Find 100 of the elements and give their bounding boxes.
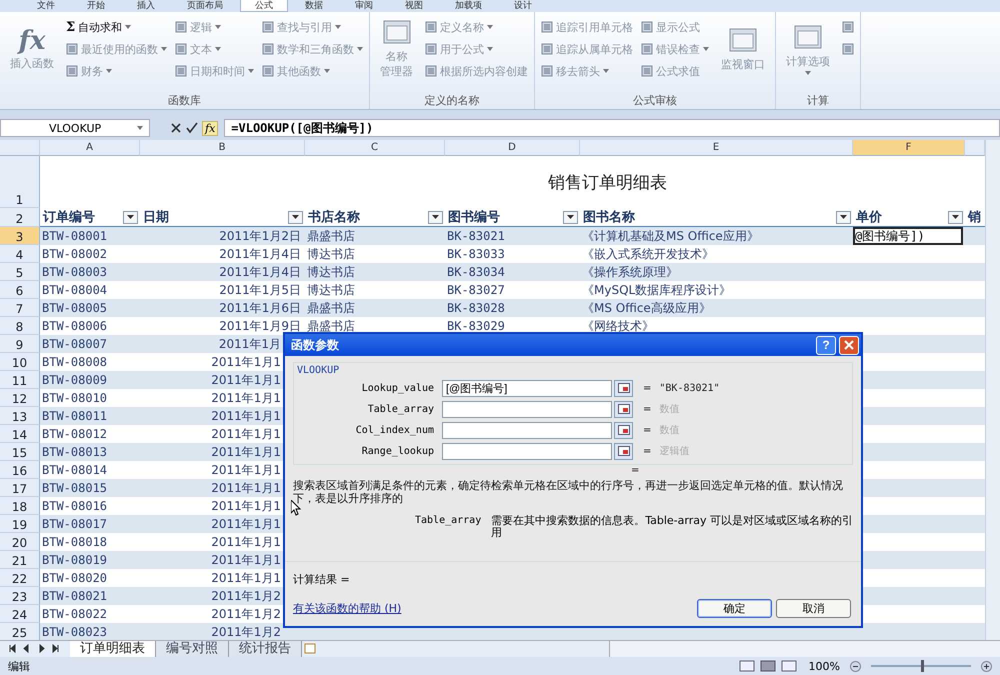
filter-button[interactable] (563, 210, 578, 224)
help-link[interactable]: 有关该函数的帮助 (H) (293, 601, 402, 616)
row-header[interactable]: 9 (0, 335, 40, 353)
ribbon-tab[interactable]: 数据 (290, 0, 338, 12)
ribbon-tab[interactable]: 审阅 (340, 0, 388, 12)
row-header[interactable]: 3 (0, 227, 40, 245)
ribbon-tab[interactable]: 开始 (72, 0, 120, 12)
sheet-tab[interactable]: 统计报告 (229, 641, 302, 657)
range-icon (618, 425, 630, 435)
range-select-button[interactable] (614, 380, 633, 396)
column-header[interactable]: B (140, 140, 305, 156)
row-header[interactable]: 16 (0, 461, 40, 479)
column-header[interactable]: E (580, 140, 853, 156)
row-header[interactable]: 24 (0, 605, 40, 623)
caret-icon (487, 47, 493, 51)
row-header[interactable]: 14 (0, 425, 40, 443)
row-header[interactable]: 19 (0, 515, 40, 533)
help-button[interactable]: ? (816, 336, 836, 354)
row-header[interactable]: 2 (0, 208, 40, 227)
row-header[interactable]: 15 (0, 443, 40, 461)
dialog-button[interactable]: 确定 (697, 599, 772, 618)
row-header[interactable]: 10 (0, 353, 40, 371)
row-header[interactable]: 1 (0, 156, 40, 208)
ribbon-tab[interactable]: 加载项 (440, 0, 497, 12)
sheet-icon (641, 43, 653, 55)
view-icon[interactable] (738, 660, 799, 672)
check-icon[interactable] (186, 122, 198, 134)
caret-icon (161, 47, 167, 51)
row-header[interactable]: 20 (0, 533, 40, 551)
table-cell-text: BTW-08010 (41, 390, 108, 407)
range-select-button[interactable] (614, 422, 633, 438)
filter-button[interactable] (123, 210, 138, 224)
argument-field[interactable] (442, 422, 612, 438)
dialog-button[interactable]: 取消 (776, 599, 851, 618)
column-header[interactable]: C (305, 140, 445, 156)
table-cell-text: 《嵌入式系统开发技术》 (581, 246, 715, 262)
column-header[interactable]: F (853, 140, 965, 156)
table-cell-text: BTW-08007 (41, 336, 108, 353)
caret-icon (603, 69, 609, 73)
sheet-tab[interactable]: 编号对照 (156, 641, 229, 657)
table-cell-text: 《MySQL数据库程序设计》 (581, 282, 732, 298)
new-sheet-icon[interactable] (302, 641, 318, 656)
range-select-button[interactable] (614, 400, 633, 418)
close-button[interactable] (839, 336, 859, 354)
range-icon (618, 383, 630, 393)
column-title: 订单编号 (43, 208, 95, 226)
table-cell-text: 2011年1月2 (210, 606, 282, 622)
table-cell-text: BTW-08003 (41, 264, 108, 281)
table-cell-text: BK-83029 (446, 318, 506, 335)
active-cell[interactable]: @图书编号]) (853, 227, 963, 245)
ribbon-tab[interactable]: 插入 (122, 0, 170, 12)
row-header[interactable]: 7 (0, 299, 40, 317)
range-select-button[interactable] (614, 442, 633, 460)
row-header[interactable]: 17 (0, 479, 40, 497)
argument-name: Table_array (415, 515, 482, 528)
row-header[interactable]: 25 (0, 623, 40, 641)
ribbon-tab[interactable]: 文件 (22, 0, 70, 12)
row-header[interactable]: 6 (0, 281, 40, 299)
ribbon-button[interactable]: Σ 自动求和 (66, 20, 167, 34)
row-header[interactable]: 13 (0, 407, 40, 425)
row-header[interactable]: 8 (0, 317, 40, 335)
row-header[interactable]: 11 (0, 371, 40, 389)
column-header[interactable]: D (445, 140, 580, 156)
table-cell-text: BTW-08018 (41, 534, 108, 551)
zoom-in-icon[interactable] (981, 660, 992, 672)
filter-button[interactable] (288, 210, 303, 224)
horizontal-scrollbar[interactable] (609, 641, 1000, 657)
ribbon-tab[interactable]: 视图 (390, 0, 438, 12)
table-cell-text: 鼎盛书店 (306, 300, 356, 316)
group-label: 定义的名称 (424, 93, 480, 109)
zoom-thumb[interactable] (921, 660, 924, 672)
ribbon-tab[interactable]: 公式 (240, 0, 288, 12)
column-title: 书店名称 (308, 208, 360, 226)
insert-function-button[interactable]: fx (202, 120, 218, 136)
name-box[interactable]: VLOOKUP (0, 119, 150, 137)
filter-button[interactable] (948, 210, 963, 224)
filter-button[interactable] (836, 210, 851, 224)
row-header[interactable]: 12 (0, 389, 40, 407)
table-cell-text: 2011年1月1 (210, 372, 282, 388)
formula-field[interactable]: =VLOOKUP([@图书编号]) (224, 119, 1000, 137)
argument-field[interactable] (442, 442, 612, 460)
row-header[interactable]: 4 (0, 245, 40, 263)
filter-button[interactable] (428, 210, 443, 224)
row-header[interactable]: 22 (0, 569, 40, 587)
argument-field[interactable]: [@图书编号] (442, 380, 612, 396)
sheet-tab[interactable]: 订单明细表 (70, 641, 156, 657)
zoom-out-icon[interactable] (850, 660, 861, 672)
cancel-icon[interactable] (170, 122, 182, 134)
argument-field[interactable] (442, 400, 612, 418)
caret-icon (106, 69, 112, 73)
ribbon-tab[interactable]: 设计 (499, 0, 547, 12)
vertical-scrollbar[interactable] (985, 140, 1000, 640)
ribbon-tab[interactable]: 页面布局 (172, 0, 238, 12)
column-header[interactable]: A (40, 140, 140, 156)
sheet-icon (66, 43, 78, 55)
row-header[interactable]: 18 (0, 497, 40, 515)
row-header[interactable]: 5 (0, 263, 40, 281)
row-header[interactable]: 21 (0, 551, 40, 569)
row-header[interactable]: 23 (0, 587, 40, 605)
column-title: 图书名称 (583, 209, 635, 226)
